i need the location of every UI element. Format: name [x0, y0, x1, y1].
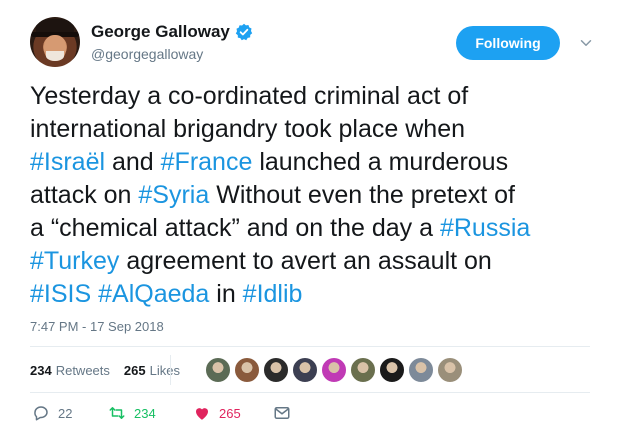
- tweet-text-segment: and: [105, 148, 161, 176]
- like-button[interactable]: 265: [193, 404, 241, 422]
- liker-avatar[interactable]: [379, 357, 405, 383]
- tweet-timestamp[interactable]: 7:47 PM - 17 Sep 2018: [30, 319, 164, 334]
- author-name-row[interactable]: George Galloway: [91, 22, 253, 42]
- likes-count: 265: [123, 362, 146, 378]
- tweet-text-line: #ISIS #AlQaeda in #Idlib: [30, 278, 602, 311]
- tweet-header: George Galloway @georgegalloway Followin…: [30, 14, 600, 70]
- retweet-button[interactable]: 234: [108, 404, 156, 422]
- tweet-text-line: #Turkey agreement to avert an assault on: [30, 245, 602, 278]
- tweet-text-segment: Without even the pretext of: [209, 181, 516, 209]
- hashtag-link[interactable]: #Syria: [138, 181, 209, 209]
- liker-avatar[interactable]: [408, 357, 434, 383]
- tweet-text-segment: in: [209, 280, 243, 308]
- reply-button[interactable]: 22: [32, 404, 72, 422]
- reply-icon: [34, 406, 48, 421]
- retweet-icon: [109, 407, 125, 419]
- liker-avatar[interactable]: [234, 357, 260, 383]
- retweets-stat[interactable]: 234 Retweets: [30, 363, 110, 378]
- liker-avatar[interactable]: [205, 357, 231, 383]
- retweets-count: 234: [30, 362, 52, 378]
- hashtag-link[interactable]: #Idlib: [243, 280, 303, 308]
- stats-separator: [170, 355, 171, 385]
- liker-avatar[interactable]: [321, 357, 347, 383]
- liker-avatar[interactable]: [263, 357, 289, 383]
- hashtag-link[interactable]: #Turkey: [30, 247, 119, 275]
- divider: [30, 392, 590, 393]
- user-handle[interactable]: @georgegalloway: [91, 46, 203, 62]
- liker-avatar[interactable]: [350, 357, 376, 383]
- liker-avatar[interactable]: [437, 357, 463, 383]
- likes-label: Likes: [149, 362, 180, 378]
- tweet-text-segment: international brigandry took place when: [30, 115, 465, 143]
- hashtag-link[interactable]: #Russia: [440, 214, 530, 242]
- tweet-text-segment: launched a murderous: [252, 148, 509, 176]
- like-count: 265: [219, 405, 241, 421]
- retweets-label: Retweets: [55, 362, 110, 378]
- hashtag-link[interactable]: #Israël: [30, 148, 105, 176]
- avatar[interactable]: [30, 17, 80, 67]
- liker-avatars: [205, 357, 463, 383]
- divider: [30, 346, 590, 347]
- tweet-text-segment: agreement to avert an assault on: [119, 247, 492, 275]
- retweet-count: 234: [134, 405, 156, 421]
- tweet-text-line: Yesterday a co-ordinated criminal act of: [30, 80, 602, 113]
- heart-icon: [196, 408, 208, 420]
- verified-badge-icon: [235, 23, 253, 41]
- tweet-text: Yesterday a co-ordinated criminal act of…: [30, 80, 602, 311]
- liker-avatar[interactable]: [292, 357, 318, 383]
- following-button[interactable]: Following: [456, 26, 560, 60]
- hashtag-link[interactable]: #France: [161, 148, 253, 176]
- envelope-icon: [274, 407, 290, 419]
- display-name[interactable]: George Galloway: [91, 22, 230, 42]
- tweet-text-segment: Yesterday a co-ordinated criminal act of: [30, 82, 469, 110]
- reply-count: 22: [58, 405, 73, 421]
- tweet-text-line: international brigandry took place when: [30, 113, 602, 146]
- tweet-text-segment: attack on: [30, 181, 139, 209]
- hashtag-link[interactable]: #ISIS: [30, 280, 91, 308]
- hashtag-link[interactable]: #AlQaeda: [98, 280, 209, 308]
- tweet-text-line: #Israël and #France launched a murderous: [30, 146, 602, 179]
- tweet-text-line: attack on #Syria Without even the pretex…: [30, 179, 602, 212]
- tweet-text-line: a “chemical attack” and on the day a #Ru…: [30, 212, 602, 245]
- likes-stat[interactable]: 265 Likes: [124, 363, 180, 378]
- direct-message-button[interactable]: [273, 404, 291, 422]
- tweet-text-segment: a “chemical attack” and on the day a: [30, 214, 440, 242]
- tweet-actions: 22 234 265: [30, 404, 330, 428]
- chevron-down-icon[interactable]: [577, 34, 595, 52]
